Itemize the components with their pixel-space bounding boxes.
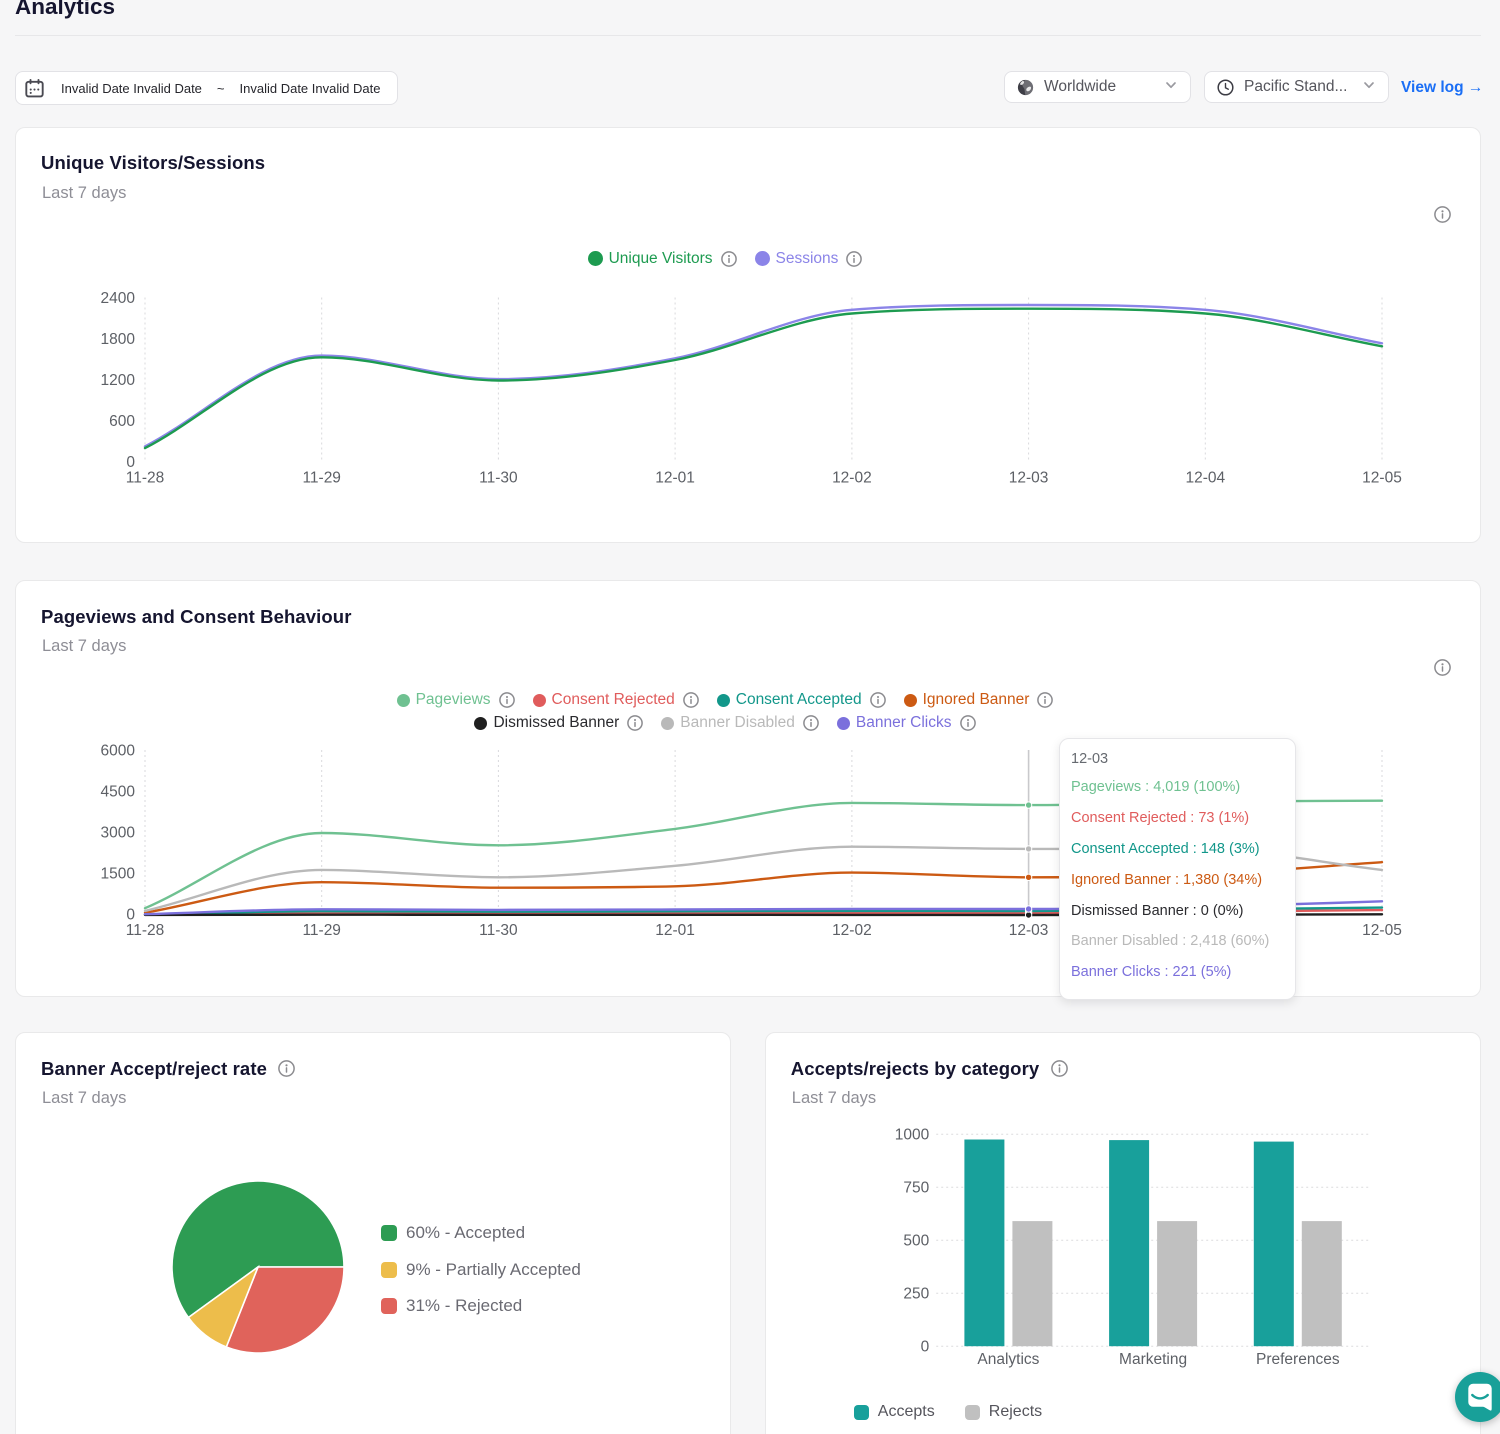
svg-text:12-04: 12-04 xyxy=(1185,469,1225,486)
svg-text:11-30: 11-30 xyxy=(479,922,518,939)
svg-text:4500: 4500 xyxy=(101,784,136,801)
svg-text:0: 0 xyxy=(920,1339,929,1356)
svg-text:12-02: 12-02 xyxy=(832,469,872,486)
svg-text:12-05: 12-05 xyxy=(1362,469,1402,486)
svg-text:11-30: 11-30 xyxy=(479,469,518,486)
svg-text:12-01: 12-01 xyxy=(655,922,695,939)
svg-text:250: 250 xyxy=(903,1286,929,1303)
svg-text:11-29: 11-29 xyxy=(302,469,341,486)
svg-text:12-02: 12-02 xyxy=(832,922,872,939)
svg-text:0: 0 xyxy=(126,907,135,924)
svg-text:1200: 1200 xyxy=(101,372,136,389)
svg-text:Preferences: Preferences xyxy=(1256,1351,1340,1368)
svg-text:12-05: 12-05 xyxy=(1362,922,1402,939)
svg-text:600: 600 xyxy=(109,413,135,430)
svg-text:1500: 1500 xyxy=(101,866,136,883)
svg-text:12-03: 12-03 xyxy=(1009,922,1049,939)
svg-text:3000: 3000 xyxy=(101,825,136,842)
svg-text:11-28: 11-28 xyxy=(126,469,165,486)
svg-text:11-28: 11-28 xyxy=(126,922,165,939)
svg-text:1000: 1000 xyxy=(895,1127,930,1144)
svg-text:Analytics: Analytics xyxy=(977,1351,1039,1368)
svg-text:6000: 6000 xyxy=(101,743,136,760)
svg-text:1800: 1800 xyxy=(101,331,136,348)
svg-text:500: 500 xyxy=(903,1233,929,1250)
svg-text:12-03: 12-03 xyxy=(1009,469,1049,486)
svg-text:11-29: 11-29 xyxy=(302,922,341,939)
svg-text:2400: 2400 xyxy=(101,290,136,307)
svg-text:Marketing: Marketing xyxy=(1119,1351,1187,1368)
svg-text:750: 750 xyxy=(903,1180,929,1197)
svg-text:0: 0 xyxy=(126,454,135,471)
svg-text:12-01: 12-01 xyxy=(655,469,695,486)
